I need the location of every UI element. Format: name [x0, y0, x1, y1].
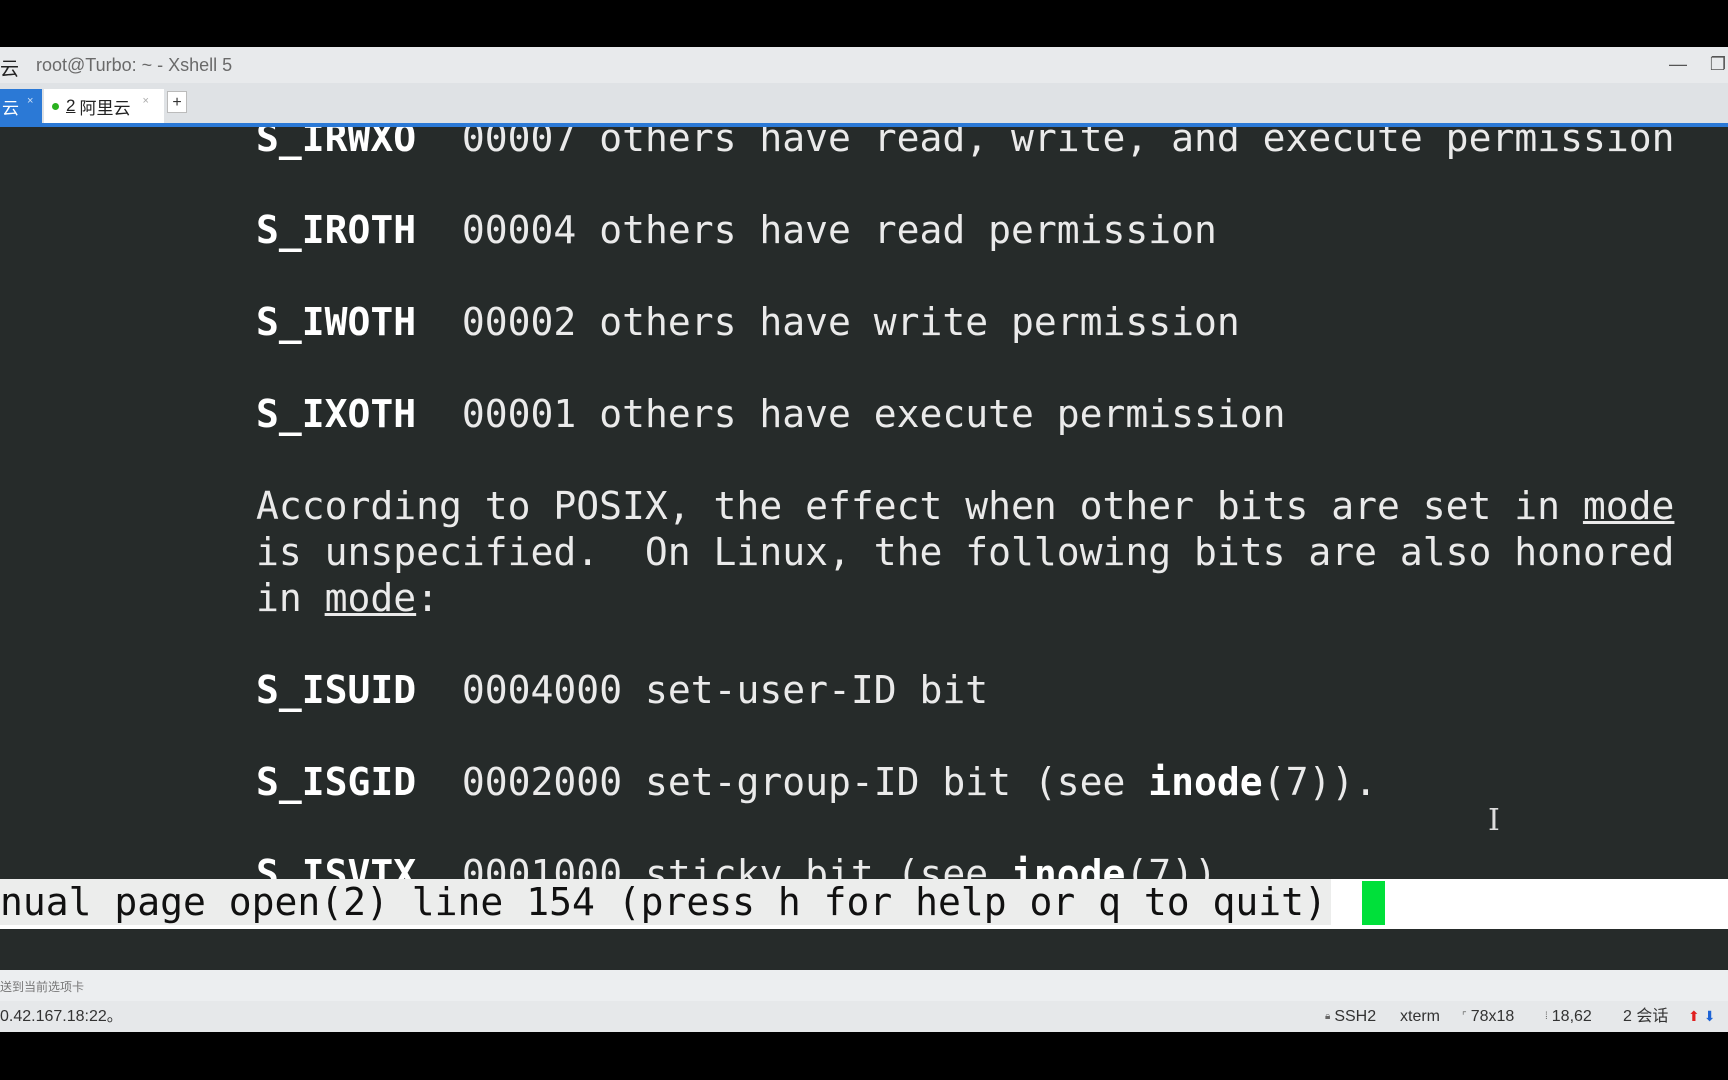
resize-icon: ⌜: [1462, 1011, 1467, 1022]
tab-close-icon[interactable]: ×: [27, 95, 33, 107]
app-icon: 云: [0, 59, 20, 80]
terminal-line: S_ISUID 0004000 set-user-ID bit: [256, 668, 989, 712]
tab-close-icon[interactable]: ×: [142, 95, 148, 107]
pager-status-text: nual page open(2) line 154 (press h for …: [0, 879, 1331, 925]
status-size: ⌜ 78x18: [1462, 1001, 1514, 1032]
terminal-line: S_IROTH 00004 others have read permissio…: [256, 208, 1217, 252]
pager-status-bar: nual page open(2) line 154 (press h for …: [0, 879, 1728, 929]
tab-label: 阿里云: [79, 98, 131, 118]
tab-session-1[interactable]: 云 ×: [0, 89, 42, 123]
status-bar: 0.42.167.18:22。 🔒︎ SSH2 xterm ⌜ 78x18 ⁞ 18,…: [0, 1001, 1728, 1032]
terminal-line: is unspecified. On Linux, the following …: [256, 530, 1675, 574]
tab-bar: 云 × 2 阿里云 × +: [0, 83, 1728, 127]
terminal-line: S_IRWXO 00007 others have read, write, a…: [256, 127, 1675, 160]
status-cursor-position: ⁞ 18,62: [1545, 1001, 1592, 1032]
compose-hint-bar[interactable]: 送到当前选项卡: [0, 973, 1728, 1001]
terminal-line: in mode:: [256, 576, 440, 620]
status-protocol: 🔒︎ SSH2: [1325, 1001, 1376, 1032]
terminal-line: S_IWOTH 00002 others have write permissi…: [256, 300, 1240, 344]
text-cursor-icon: I: [1488, 803, 1500, 838]
status-sessions: 2 会话: [1623, 1008, 1669, 1025]
tab-number: 2: [66, 96, 76, 115]
connected-status-icon: [52, 102, 59, 110]
maximize-button[interactable]: ❐: [1705, 51, 1728, 77]
window-title: root@Turbo: ~ - Xshell 5: [36, 55, 233, 75]
terminal-area[interactable]: S_IRWXO 00007 others have read, write, a…: [0, 127, 1728, 970]
status-terminal-type: xterm: [1400, 1008, 1440, 1025]
lock-icon: 🔒︎: [1325, 1011, 1331, 1022]
new-tab-button[interactable]: +: [167, 91, 187, 113]
cursor-position-icon: ⁞: [1545, 1011, 1548, 1022]
terminal-line: S_IXOTH 00001 others have execute permis…: [256, 392, 1286, 436]
terminal-line: S_ISGID 0002000 set-group-ID bit (see in…: [256, 760, 1378, 804]
tab-label: 云: [2, 98, 19, 118]
transfer-indicator: ⬆ ⬇: [1688, 1001, 1715, 1032]
title-bar: 云 root@Turbo: ~ - Xshell 5 — ❐: [0, 47, 1728, 83]
minimize-button[interactable]: —: [1665, 51, 1691, 77]
terminal-cursor: [1362, 881, 1385, 925]
tab-session-2[interactable]: 2 阿里云 ×: [44, 89, 164, 123]
xshell-window: 云 root@Turbo: ~ - Xshell 5 — ❐ 云 × 2 阿里云…: [0, 47, 1728, 1032]
terminal-line: According to POSIX, the effect when othe…: [256, 484, 1675, 528]
upload-arrow-icon: ⬆: [1688, 1008, 1700, 1024]
compose-hint: 送到当前选项卡: [0, 980, 85, 994]
download-arrow-icon: ⬇: [1703, 1008, 1716, 1024]
connection-address: 0.42.167.18:22。: [0, 1008, 123, 1025]
